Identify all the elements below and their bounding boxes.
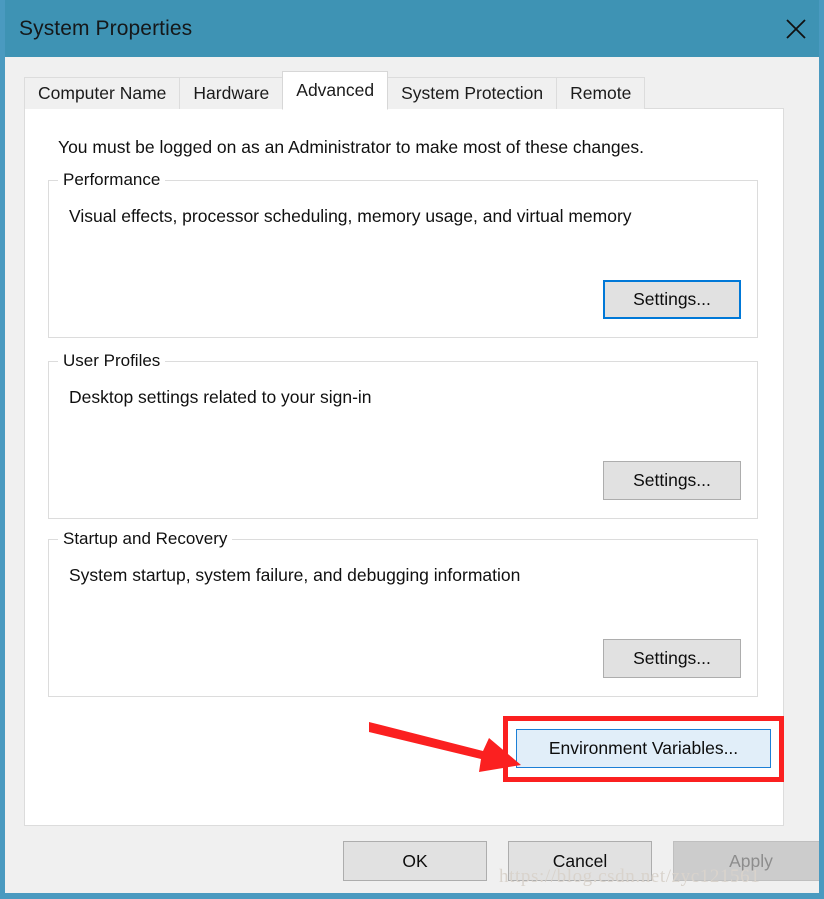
group-performance-description: Visual effects, processor scheduling, me… bbox=[69, 206, 632, 226]
group-startup-recovery: Startup and Recovery System startup, sys… bbox=[48, 529, 758, 697]
window-title: System Properties bbox=[19, 17, 193, 40]
system-properties-window: System Properties Computer Name Hardware… bbox=[0, 0, 824, 899]
apply-button: Apply bbox=[673, 841, 819, 881]
ok-button[interactable]: OK bbox=[343, 841, 487, 881]
environment-variables-button[interactable]: Environment Variables... bbox=[516, 729, 771, 768]
group-user-profiles: User Profiles Desktop settings related t… bbox=[48, 351, 758, 519]
close-icon[interactable] bbox=[768, 0, 819, 57]
performance-settings-button[interactable]: Settings... bbox=[603, 280, 741, 319]
group-user-profiles-legend: User Profiles bbox=[58, 351, 166, 371]
tab-remote[interactable]: Remote bbox=[556, 77, 646, 109]
tab-system-protection[interactable]: System Protection bbox=[387, 77, 558, 109]
group-startup-recovery-description: System startup, system failure, and debu… bbox=[69, 565, 521, 585]
title-bar: System Properties bbox=[5, 0, 819, 57]
group-startup-recovery-legend: Startup and Recovery bbox=[58, 529, 233, 549]
group-performance-legend: Performance bbox=[58, 170, 166, 190]
group-user-profiles-description: Desktop settings related to your sign-in bbox=[69, 387, 372, 407]
group-performance: Performance Visual effects, processor sc… bbox=[48, 170, 758, 338]
cancel-button[interactable]: Cancel bbox=[508, 841, 652, 881]
tab-computer-name[interactable]: Computer Name bbox=[24, 77, 181, 109]
tab-advanced[interactable]: Advanced bbox=[282, 71, 389, 110]
advanced-tab-panel: You must be logged on as an Administrato… bbox=[24, 108, 784, 826]
tab-hardware[interactable]: Hardware bbox=[179, 77, 284, 109]
tab-strip: Computer Name Hardware Advanced System P… bbox=[24, 71, 646, 110]
startup-recovery-settings-button[interactable]: Settings... bbox=[603, 639, 741, 678]
administrator-note: You must be logged on as an Administrato… bbox=[58, 137, 644, 157]
user-profiles-settings-button[interactable]: Settings... bbox=[603, 461, 741, 500]
